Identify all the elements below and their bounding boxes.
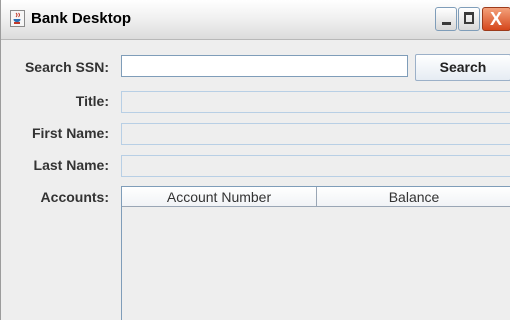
bank-desktop-window: Bank Desktop X Search SSN: Search Title:… <box>0 0 510 320</box>
title-label: Title: <box>75 93 109 109</box>
window-title: Bank Desktop <box>31 10 132 27</box>
column-header-account-number[interactable]: Account Number <box>122 187 317 207</box>
title-bar[interactable]: Bank Desktop X <box>1 0 510 40</box>
first-name-field <box>121 123 510 145</box>
close-button[interactable]: X <box>482 7 510 31</box>
maximize-button[interactable] <box>458 7 480 31</box>
search-button[interactable]: Search <box>415 54 510 81</box>
accounts-table[interactable]: Account Number Balance <box>121 186 510 320</box>
accounts-label: Accounts: <box>40 189 109 205</box>
search-ssn-input[interactable] <box>121 55 408 77</box>
column-header-balance[interactable]: Balance <box>317 187 510 207</box>
first-name-label: First Name: <box>31 125 109 141</box>
last-name-label: Last Name: <box>33 157 109 173</box>
close-icon: X <box>490 9 503 29</box>
minimize-button[interactable] <box>435 7 457 31</box>
title-field <box>121 91 510 113</box>
search-ssn-label: Search SSN: <box>24 59 109 75</box>
java-cup-icon <box>10 10 25 27</box>
last-name-field <box>121 155 510 177</box>
